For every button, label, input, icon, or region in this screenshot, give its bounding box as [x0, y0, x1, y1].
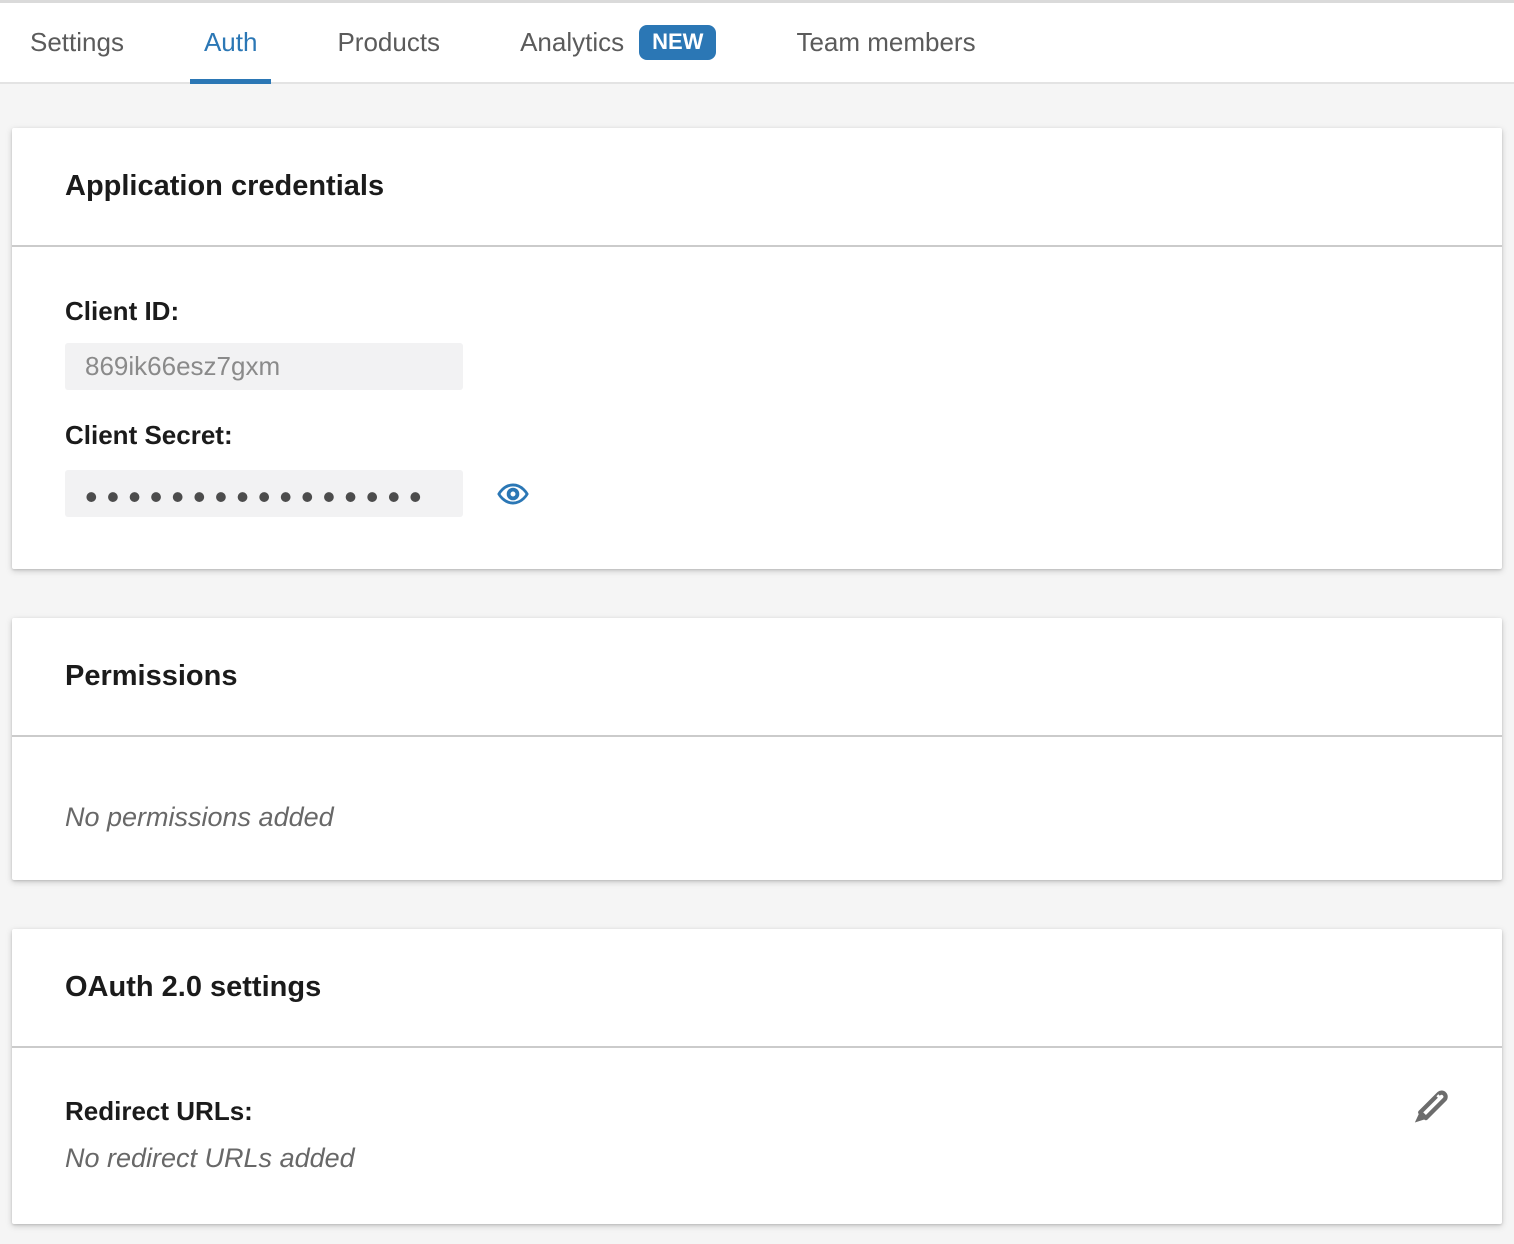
- redirect-urls-label: Redirect URLs:: [65, 1096, 1449, 1126]
- permissions-header: Permissions: [12, 618, 1502, 737]
- no-permissions-text: No permissions added: [65, 802, 334, 832]
- reveal-secret-button[interactable]: [495, 476, 531, 512]
- permissions-card: Permissions No permissions added: [12, 618, 1502, 880]
- client-id-field[interactable]: 869ik66esz7gxm: [65, 343, 463, 390]
- client-secret-masked-value: ••••••••••••••••: [85, 473, 431, 515]
- tab-analytics[interactable]: Analytics NEW: [520, 3, 716, 82]
- tab-products[interactable]: Products: [337, 3, 440, 82]
- oauth-settings-card: OAuth 2.0 settings Redirect URLs: No red…: [12, 929, 1502, 1224]
- tab-auth-label: Auth: [204, 27, 258, 58]
- client-secret-row: ••••••••••••••••: [65, 470, 1449, 517]
- application-credentials-header: Application credentials: [12, 128, 1502, 247]
- tab-team-members[interactable]: Team members: [796, 3, 975, 82]
- oauth-settings-title: OAuth 2.0 settings: [65, 971, 321, 1003]
- application-credentials-body: Client ID: 869ik66esz7gxm Client Secret:…: [12, 247, 1502, 569]
- tab-settings[interactable]: Settings: [30, 3, 124, 82]
- client-id-value: 869ik66esz7gxm: [85, 351, 280, 382]
- eye-icon: [496, 477, 530, 511]
- tab-analytics-label: Analytics: [520, 27, 624, 58]
- new-badge: NEW: [639, 25, 716, 60]
- permissions-body: No permissions added: [12, 737, 1502, 880]
- pencil-icon: [1406, 1080, 1456, 1130]
- oauth-settings-header: OAuth 2.0 settings: [12, 929, 1502, 1048]
- application-credentials-card: Application credentials Client ID: 869ik…: [12, 128, 1502, 569]
- no-redirect-urls-text: No redirect URLs added: [65, 1143, 355, 1173]
- oauth-settings-body: Redirect URLs: No redirect URLs added: [12, 1048, 1502, 1224]
- edit-redirect-urls-button[interactable]: [1406, 1080, 1456, 1130]
- application-credentials-title: Application credentials: [65, 170, 384, 202]
- permissions-title: Permissions: [65, 660, 237, 692]
- tab-auth[interactable]: Auth: [204, 3, 258, 82]
- tab-settings-label: Settings: [30, 27, 124, 58]
- client-secret-field[interactable]: ••••••••••••••••: [65, 470, 463, 517]
- tab-team-members-label: Team members: [796, 27, 975, 58]
- client-secret-label: Client Secret:: [65, 420, 1449, 450]
- client-id-label: Client ID:: [65, 296, 1449, 326]
- tab-products-label: Products: [337, 27, 440, 58]
- tab-bar: Settings Auth Products Analytics NEW Tea…: [0, 0, 1514, 84]
